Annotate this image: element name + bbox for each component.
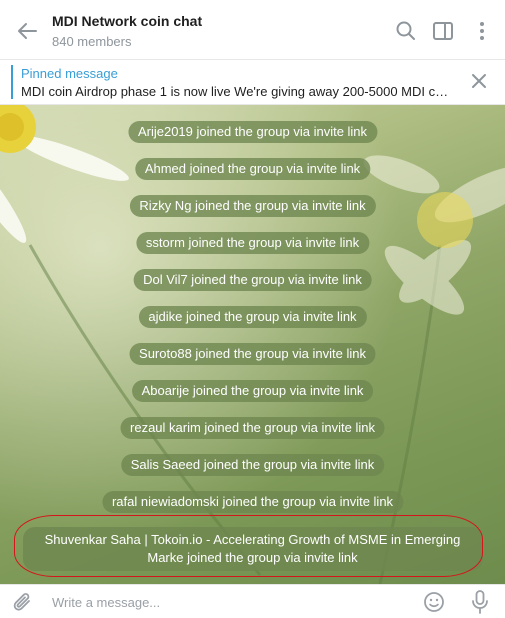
service-message: sstorm joined the group via invite link	[135, 232, 370, 254]
service-message: Salis Saeed joined the group via invite …	[120, 454, 385, 476]
microphone-icon[interactable]	[468, 589, 492, 615]
emoji-icon[interactable]	[422, 590, 446, 614]
paperclip-icon[interactable]	[12, 590, 34, 614]
chat-title[interactable]: MDI Network coin chat	[52, 13, 202, 29]
highlight-annotation	[14, 515, 483, 577]
pinned-title: Pinned message	[21, 66, 118, 81]
back-arrow-icon[interactable]	[14, 18, 40, 44]
member-count: 840 members	[52, 34, 132, 49]
message-input[interactable]	[52, 593, 402, 611]
sidebar-toggle-icon[interactable]	[431, 19, 455, 43]
service-message: ajdike joined the group via invite link	[138, 306, 367, 328]
service-message: Suroto88 joined the group via invite lin…	[129, 343, 376, 365]
chat-header: MDI Network coin chat 840 members	[0, 0, 505, 60]
chat-area[interactable]: Arije2019 joined the group via invite li…	[0, 105, 505, 584]
service-message: rezaul karim joined the group via invite…	[120, 417, 385, 439]
service-message: Aboarije joined the group via invite lin…	[131, 380, 374, 402]
close-icon[interactable]	[470, 72, 488, 90]
more-menu-icon[interactable]	[470, 19, 494, 43]
service-message: rafal niewiadomski joined the group via …	[101, 491, 404, 513]
search-icon[interactable]	[394, 19, 418, 43]
message-composer	[0, 584, 505, 618]
service-message: Dol Vil7 joined the group via invite lin…	[133, 269, 372, 291]
pinned-text: MDI coin Airdrop phase 1 is now live We'…	[21, 84, 449, 99]
pinned-message[interactable]: Pinned message MDI coin Airdrop phase 1 …	[0, 60, 505, 105]
service-message: Ahmed joined the group via invite link	[134, 158, 371, 180]
service-message: Rizky Ng joined the group via invite lin…	[129, 195, 376, 217]
pinned-indicator	[11, 65, 13, 99]
service-message: Arije2019 joined the group via invite li…	[127, 121, 378, 143]
